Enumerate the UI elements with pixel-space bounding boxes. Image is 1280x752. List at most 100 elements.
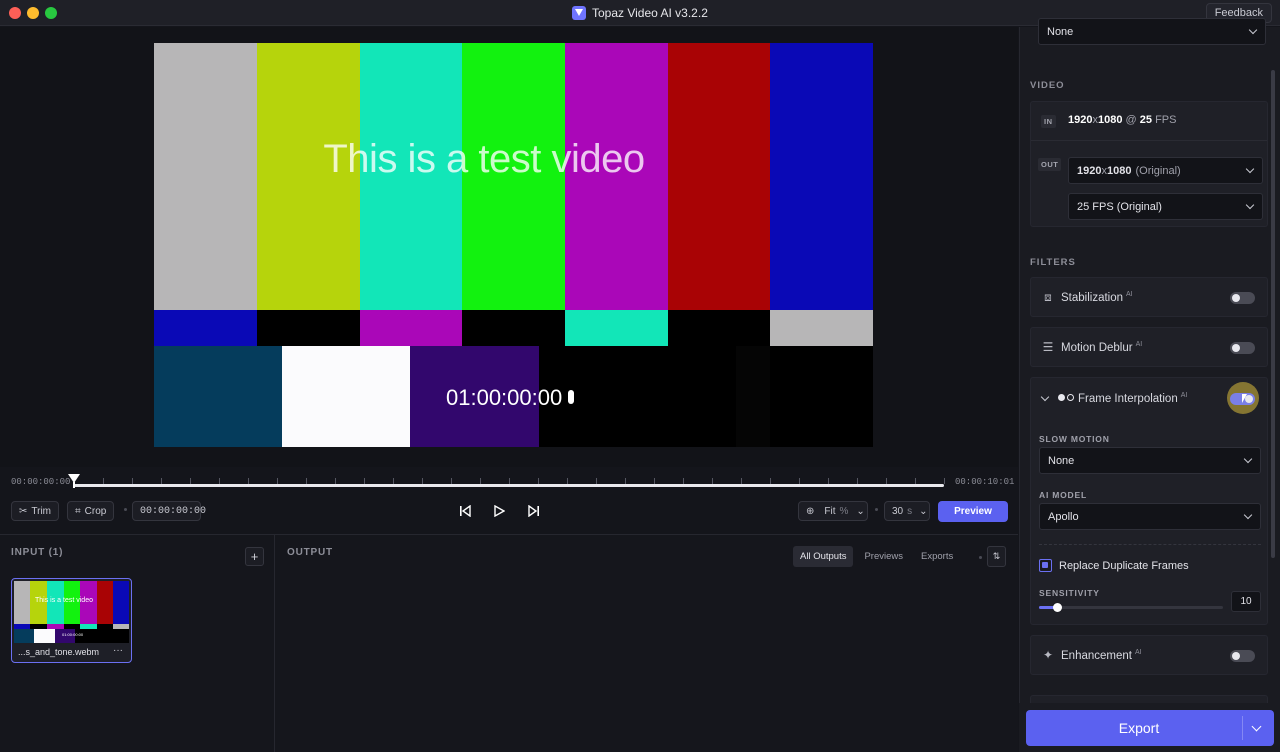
timeline-playhead[interactable]: [68, 474, 80, 483]
divider: [1031, 140, 1267, 141]
fps-select[interactable]: 30 s ⌄: [884, 501, 930, 521]
sensitivity-slider-knob[interactable]: [1053, 603, 1062, 612]
top-select-value: None: [1047, 25, 1074, 38]
window-title-text: Topaz Video AI v3.2.2: [592, 6, 708, 20]
previous-frame-button[interactable]: [454, 501, 476, 521]
topaz-logo-icon: [572, 6, 586, 20]
timeline-tick: [944, 478, 945, 484]
filter-motion-deblur[interactable]: ☰ Motion Deblur AI: [1030, 327, 1268, 367]
chevron-down-icon: [1245, 200, 1255, 210]
thumb-bar: [80, 624, 97, 629]
video-section-label: VIDEO: [1030, 80, 1065, 91]
bottom-block-white: [282, 346, 410, 447]
filter-frame-interpolation: Frame Interpolation AI SLOW MOTION None A…: [1030, 377, 1268, 625]
stabilization-toggle[interactable]: [1230, 292, 1255, 304]
crop-label: Crop: [84, 505, 107, 517]
tab-exports[interactable]: Exports: [914, 546, 960, 567]
at-sign: @: [1125, 114, 1137, 126]
tab-all-outputs[interactable]: All Outputs: [793, 546, 854, 567]
next-frame-button[interactable]: [523, 501, 545, 521]
input-height: 1080: [1097, 114, 1123, 126]
timecode-dot: [568, 390, 575, 404]
input-spec: 1920x1080 @ 25 FPS: [1068, 114, 1176, 126]
output-width: 1920: [1077, 164, 1102, 177]
more-options-button[interactable]: ···: [113, 645, 123, 656]
separator-dot: [124, 508, 127, 511]
filters-section-label: FILTERS: [1030, 257, 1076, 268]
replace-duplicates-checkbox[interactable]: [1039, 559, 1052, 572]
in-tag: IN: [1041, 115, 1056, 128]
enhancement-toggle[interactable]: [1230, 650, 1255, 662]
input-video-card[interactable]: This is a test video 01:00:00:00 ...s_an…: [11, 578, 132, 663]
output-fps-value: 25 FPS (Original): [1077, 200, 1162, 213]
strip-black: [668, 310, 770, 346]
preview-button[interactable]: Preview: [938, 501, 1008, 522]
filter-label: Stabilization AI: [1061, 291, 1133, 304]
trim-label: Trim: [31, 505, 52, 517]
filter-stabilization[interactable]: ⧈ Stabilization AI: [1030, 277, 1268, 317]
thumb-bar: [14, 629, 34, 643]
strip-cyan: [565, 310, 668, 346]
separator-dot: [875, 508, 878, 511]
mouse-cursor-icon: [1242, 394, 1247, 403]
output-fps-select[interactable]: 25 FPS (Original): [1068, 193, 1263, 220]
output-tabs: All Outputs Previews Exports: [793, 546, 960, 567]
strip-black: [462, 310, 565, 346]
close-window-button[interactable]: [9, 7, 21, 19]
video-frame[interactable]: This is a test video 01:00:00:00: [154, 43, 873, 447]
ai-badge: AI: [1135, 341, 1143, 348]
bottom-block-black: [539, 346, 873, 447]
chevron-down-icon: ⌄: [856, 505, 865, 517]
input-panel: INPUT (1) + This is a test video 01:00:0…: [0, 535, 275, 752]
thumb-bar: [34, 629, 55, 643]
chevron-down-icon: [1248, 25, 1258, 35]
filter-label: Motion Deblur AI: [1061, 341, 1142, 354]
timecode-field[interactable]: 00:00:00:00: [132, 501, 206, 521]
video-overlay-text: This is a test video: [323, 137, 645, 181]
sort-button[interactable]: ⇅: [987, 546, 1006, 567]
sidebar-scrollbar[interactable]: [1271, 70, 1275, 558]
minimize-window-button[interactable]: [27, 7, 39, 19]
play-button[interactable]: [488, 501, 510, 521]
maximize-window-button[interactable]: [45, 7, 57, 19]
output-resolution-note: (Original): [1135, 164, 1181, 177]
play-icon: [494, 505, 505, 517]
chevron-down-icon: [1243, 454, 1253, 464]
sensitivity-slider[interactable]: [1039, 603, 1223, 612]
slow-motion-select[interactable]: None: [1039, 447, 1261, 474]
input-file-name: ...s_and_tone.webm: [18, 647, 100, 657]
fps-unit: s: [907, 505, 913, 517]
scissors-icon: ✂: [19, 505, 28, 517]
zoom-select[interactable]: ⊕ Fit % ⌄: [798, 501, 868, 521]
crop-button[interactable]: ⌗ Crop: [67, 501, 115, 521]
chevron-down-icon[interactable]: [1040, 392, 1050, 402]
motion-deblur-toggle[interactable]: [1230, 342, 1255, 354]
separator-dot: [979, 556, 982, 559]
tab-previews[interactable]: Previews: [857, 546, 910, 567]
pluge-bar: [736, 346, 770, 447]
ai-badge: AI: [1180, 392, 1188, 399]
filter-enhancement[interactable]: ✦ Enhancement AI: [1030, 635, 1268, 675]
slow-motion-value: None: [1048, 454, 1075, 467]
frame-interpolation-icon: [1058, 394, 1074, 401]
bottom-block-navy: [154, 346, 282, 447]
thumbnail-timecode: 01:00:00:00: [62, 632, 84, 637]
ai-model-select[interactable]: Apollo: [1039, 503, 1261, 530]
top-select[interactable]: None: [1038, 18, 1266, 45]
chevron-down-icon: [1245, 164, 1255, 174]
output-resolution-select[interactable]: 1920 x 1080 (Original): [1068, 157, 1263, 184]
chevron-down-icon: [1243, 510, 1253, 520]
timeline-track[interactable]: [74, 484, 944, 487]
add-input-button[interactable]: +: [245, 547, 264, 566]
sensitivity-value[interactable]: 10: [1231, 591, 1261, 612]
ai-badge: AI: [1126, 291, 1133, 298]
trim-button[interactable]: ✂ Trim: [11, 501, 60, 521]
stabilization-icon: ⧈: [1044, 289, 1052, 304]
zoom-unit: %: [839, 505, 849, 517]
export-button[interactable]: Export: [1026, 710, 1274, 746]
ai-model-label: AI MODEL: [1039, 490, 1087, 500]
thumb-bar: [113, 581, 129, 624]
enhancement-label: Enhancement: [1061, 649, 1132, 662]
video-settings-box: IN 1920x1080 @ 25 FPS OUT 1920 x 1080 (Ori…: [1030, 101, 1268, 227]
frame-interpolation-label: Frame Interpolation: [1078, 392, 1178, 405]
